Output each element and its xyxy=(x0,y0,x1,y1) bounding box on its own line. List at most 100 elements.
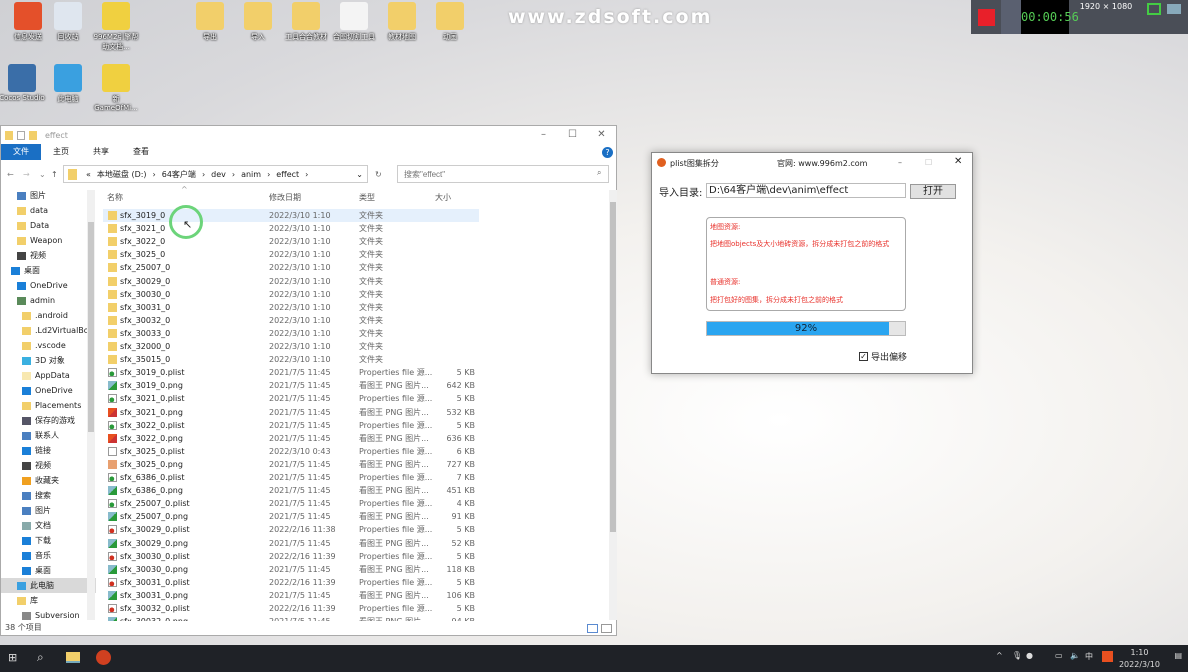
file-row[interactable]: sfx_3022_0.png 2021/7/5 11:45 看图王 PNG 图片..… xyxy=(103,432,479,445)
file-row[interactable]: sfx_25007_0.plist 2021/7/5 11:45 Propertie… xyxy=(103,497,479,510)
region-icon[interactable] xyxy=(1147,3,1161,15)
nav-item[interactable]: 下载 xyxy=(1,533,96,548)
sogou-ime-icon[interactable] xyxy=(1102,651,1113,662)
nav-item[interactable]: data xyxy=(1,203,96,218)
nav-item[interactable]: Subversion xyxy=(1,608,96,623)
nav-item[interactable]: admin xyxy=(1,293,96,308)
nav-item[interactable]: Weapon xyxy=(1,233,96,248)
breadcrumb-drive[interactable]: 本地磁盘 (D:) xyxy=(97,169,147,180)
nav-item[interactable]: Placements xyxy=(1,398,96,413)
close-button[interactable]: ✕ xyxy=(587,126,616,144)
desktop-icon[interactable]: 新 GameOfMi... xyxy=(92,64,140,112)
file-row[interactable]: sfx_30032_0 2022/3/10 1:10 文件夹 xyxy=(103,314,479,327)
breadcrumb-client[interactable]: 64客户端 xyxy=(162,169,196,180)
plist-tool-taskbar-icon[interactable] xyxy=(96,650,111,665)
desktop-icon[interactable]: 导出 xyxy=(186,2,234,42)
qq-icon[interactable]: ● xyxy=(1026,651,1033,660)
desktop-icon[interactable]: 合图切割工具 xyxy=(330,2,378,42)
network-icon[interactable]: ▭ xyxy=(1055,651,1063,660)
file-row[interactable]: sfx_6386_0.png 2021/7/5 11:45 看图王 PNG 图片..… xyxy=(103,484,479,497)
nav-item[interactable]: 桌面 xyxy=(1,263,96,278)
dialog-close-button[interactable]: ✕ xyxy=(954,156,962,167)
import-path-field[interactable]: D:\64客户端\dev\anim\effect xyxy=(706,183,906,198)
recent-dropdown-icon[interactable]: ⌄ xyxy=(39,170,46,179)
column-size[interactable]: 大小 xyxy=(435,192,451,203)
volume-icon[interactable]: 🔈 xyxy=(1070,651,1080,660)
minimize-icon[interactable] xyxy=(1167,4,1181,14)
breadcrumb-dev[interactable]: dev xyxy=(211,170,226,179)
file-row[interactable]: sfx_30032_0.png 2021/7/5 11:45 看图王 PNG 图片.… xyxy=(103,615,479,621)
nav-item[interactable]: 收藏夹 xyxy=(1,473,96,488)
breadcrumb-effect[interactable]: effect xyxy=(276,170,299,179)
tab-share[interactable]: 共享 xyxy=(81,144,121,160)
file-row[interactable]: sfx_3019_0 2022/3/10 1:10 文件夹 xyxy=(103,209,479,222)
breadcrumb-anim[interactable]: anim xyxy=(241,170,261,179)
file-row[interactable]: sfx_30029_0.png 2021/7/5 11:45 看图王 PNG 图片.… xyxy=(103,537,479,550)
maximize-button[interactable]: ☐ xyxy=(558,126,587,144)
file-row[interactable]: sfx_3021_0 2022/3/10 1:10 文件夹 xyxy=(103,222,479,235)
file-row[interactable]: sfx_6386_0.plist 2021/7/5 11:45 Properties… xyxy=(103,471,479,484)
large-icons-view-icon[interactable] xyxy=(601,624,612,633)
new-folder-icon[interactable] xyxy=(29,130,37,140)
nav-item[interactable]: 桌面 xyxy=(1,563,96,578)
checkbox-icon[interactable]: ✓ xyxy=(859,352,868,361)
file-row[interactable]: sfx_30031_0.png 2021/7/5 11:45 看图王 PNG 图片.… xyxy=(103,589,479,602)
file-row[interactable]: sfx_30033_0 2022/3/10 1:10 文件夹 xyxy=(103,327,479,340)
nav-item[interactable]: 图片 xyxy=(1,503,96,518)
back-icon[interactable]: ← xyxy=(7,170,14,179)
file-row[interactable]: sfx_25007_0.png 2021/7/5 11:45 看图王 PNG 图片.… xyxy=(103,510,479,523)
breadcrumb-overflow[interactable]: « xyxy=(86,170,91,179)
tab-file[interactable]: 文件 xyxy=(1,144,41,160)
desktop-icon[interactable]: Cocos Studio xyxy=(0,64,46,102)
nav-item[interactable]: Data xyxy=(1,218,96,233)
desktop-icon[interactable]: 回收站 xyxy=(44,2,92,42)
minimize-button[interactable]: – xyxy=(529,126,558,144)
clock[interactable]: 1:10 2022/3/10 xyxy=(1119,647,1160,671)
nav-item[interactable]: 保存的游戏 xyxy=(1,413,96,428)
file-row[interactable]: sfx_30030_0 2022/3/10 1:10 文件夹 xyxy=(103,288,479,301)
file-row[interactable]: sfx_25007_0 2022/3/10 1:10 文件夹 xyxy=(103,261,479,274)
nav-item[interactable]: 搜索 xyxy=(1,488,96,503)
file-row[interactable]: sfx_32000_0 2022/3/10 1:10 文件夹 xyxy=(103,340,479,353)
address-dropdown-icon[interactable]: ⌄ xyxy=(356,170,363,179)
file-row[interactable]: sfx_3025_0 2022/3/10 1:10 文件夹 xyxy=(103,248,479,261)
search-input[interactable] xyxy=(397,165,609,183)
desktop-icon[interactable]: 996M2引擎帮助文档... xyxy=(92,2,140,52)
open-button[interactable]: 打开 xyxy=(910,184,956,199)
nav-scrollbar[interactable] xyxy=(87,190,95,620)
stop-record-button[interactable] xyxy=(971,0,1001,34)
nav-item[interactable]: OneDrive xyxy=(1,278,96,293)
file-row[interactable]: sfx_3019_0.plist 2021/7/5 11:45 Properties… xyxy=(103,366,479,379)
nav-item[interactable]: 文档 xyxy=(1,518,96,533)
details-view-icon[interactable] xyxy=(587,624,598,633)
nav-item[interactable]: 图片 xyxy=(1,188,96,203)
file-row[interactable]: sfx_3021_0.png 2021/7/5 11:45 看图王 PNG 图片..… xyxy=(103,406,479,419)
microphone-icon[interactable]: 🎙 xyxy=(1012,651,1022,660)
file-row[interactable]: sfx_30031_0.plist 2022/2/16 11:39 Properti… xyxy=(103,576,479,589)
file-row[interactable]: sfx_35015_0 2022/3/10 1:10 文件夹 xyxy=(103,353,479,366)
file-explorer-taskbar-icon[interactable] xyxy=(66,652,80,663)
properties-icon[interactable] xyxy=(17,130,25,140)
website-label[interactable]: 官网: www.996m2.com xyxy=(777,158,867,169)
file-row[interactable]: sfx_30031_0 2022/3/10 1:10 文件夹 xyxy=(103,301,479,314)
dialog-minimize-button[interactable]: – xyxy=(898,158,902,167)
file-row[interactable]: sfx_3022_0.plist 2021/7/5 11:45 Properties… xyxy=(103,419,479,432)
help-icon[interactable]: ? xyxy=(602,146,613,158)
column-date[interactable]: 修改日期 xyxy=(269,192,301,203)
file-row[interactable]: sfx_3025_0.png 2021/7/5 11:45 看图王 PNG 图片..… xyxy=(103,458,479,471)
file-row[interactable]: sfx_3022_0 2022/3/10 1:10 文件夹 xyxy=(103,235,479,248)
address-bar[interactable]: « 本地磁盘 (D:) › 64客户端 › dev › anim › effec… xyxy=(63,165,368,183)
desktop-icon[interactable]: 工具合合教材 xyxy=(282,2,330,42)
file-row[interactable]: sfx_30032_0.plist 2022/2/16 11:39 Properti… xyxy=(103,602,479,615)
export-offset-checkbox[interactable]: ✓ 导出偏移 xyxy=(859,350,907,363)
file-row[interactable]: sfx_3019_0.png 2021/7/5 11:45 看图王 PNG 图片..… xyxy=(103,379,479,392)
tab-home[interactable]: 主页 xyxy=(41,144,81,160)
file-row[interactable]: sfx_3021_0.plist 2021/7/5 11:45 Properties… xyxy=(103,392,479,405)
file-row[interactable]: sfx_30030_0.png 2021/7/5 11:45 看图王 PNG 图片.… xyxy=(103,563,479,576)
search-icon[interactable]: ⌕ xyxy=(37,650,44,665)
ime-indicator[interactable]: 中 xyxy=(1085,651,1093,662)
show-hidden-icons[interactable]: ^ xyxy=(996,651,1003,660)
column-name[interactable]: 名称 xyxy=(107,192,123,203)
nav-item[interactable]: 库 xyxy=(1,593,96,608)
file-row[interactable]: sfx_30029_0 2022/3/10 1:10 文件夹 xyxy=(103,275,479,288)
